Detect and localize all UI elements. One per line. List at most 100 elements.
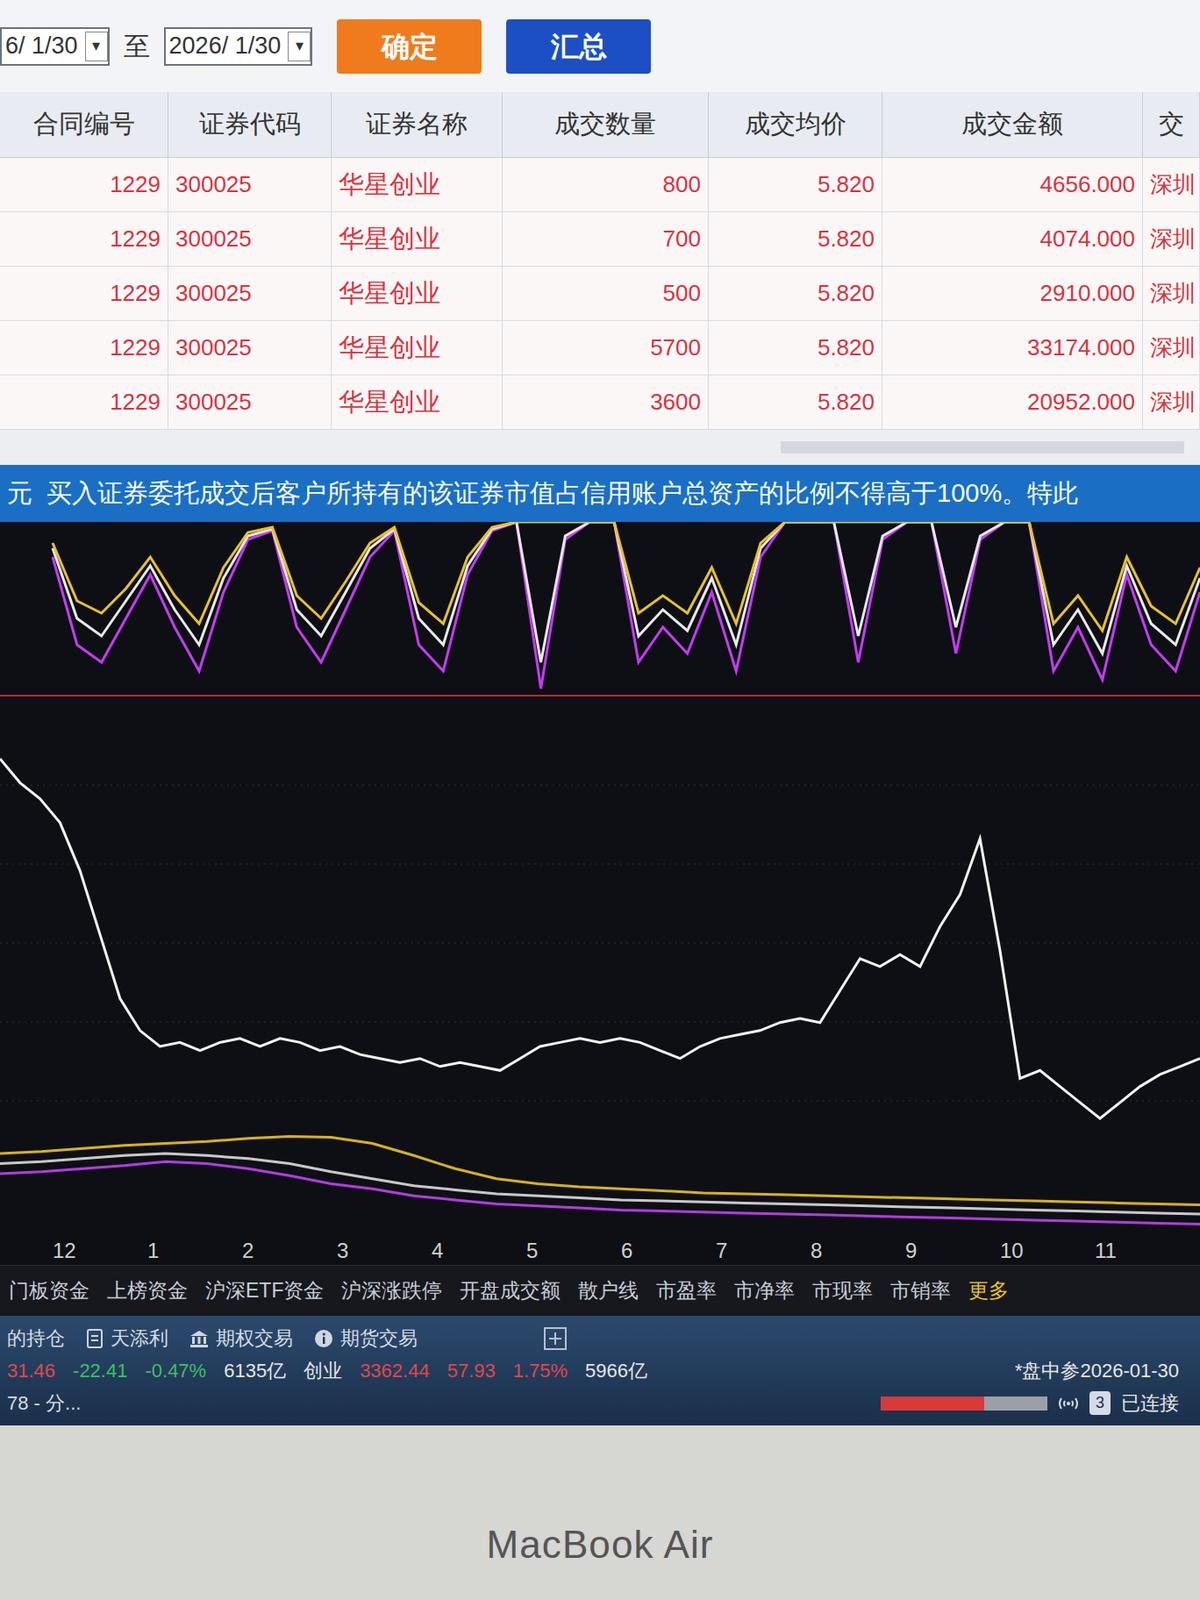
status-link[interactable]: 期权交易 <box>189 1323 293 1353</box>
toolbar-button[interactable]: 汇总 <box>506 19 651 74</box>
table-cell: 1229 <box>0 157 169 212</box>
date-to-field[interactable]: 2026/ 1/30▾ <box>164 27 314 66</box>
index-quote: 57.93 <box>447 1356 496 1386</box>
table-cell: 1229 <box>0 266 169 321</box>
table-row[interactable]: 1229300025华星创业7005.8204074.000深圳 <box>0 212 1200 267</box>
dropdown-button[interactable]: ▾ <box>85 31 108 62</box>
app: 6/ 1/30▾至2026/ 1/30▾确定汇总合同编号证券代码证券名称成交数量… <box>0 0 1200 1600</box>
indicator-tab[interactable]: 开盘成交额 <box>450 1275 570 1307</box>
bank-icon <box>189 1328 209 1349</box>
document-icon <box>85 1328 104 1349</box>
x-label: 12 <box>52 1240 148 1262</box>
grid-line <box>0 785 1200 786</box>
indicator-tab[interactable]: 散户线 <box>569 1275 648 1307</box>
table-cell: 4656.000 <box>882 157 1143 212</box>
indicator-tab[interactable]: 上榜资金 <box>98 1275 197 1307</box>
column-header[interactable]: 成交金额 <box>882 92 1143 158</box>
indicator-tab[interactable]: 沪深涨跌停 <box>332 1275 451 1307</box>
market-meter <box>880 1396 1048 1411</box>
table-cell: 5.820 <box>708 375 883 429</box>
grid-line <box>0 1100 1200 1102</box>
indicator-line <box>52 521 1200 663</box>
table-cell: 深圳 <box>1142 157 1200 212</box>
indicator-tab[interactable]: 市现率 <box>803 1275 882 1307</box>
add-icon[interactable] <box>543 1327 567 1350</box>
price-chart <box>0 521 1200 1237</box>
x-label: 10 <box>1000 1240 1095 1262</box>
indicator-tab[interactable]: 市净率 <box>725 1275 804 1307</box>
x-label: 6 <box>621 1240 716 1262</box>
column-header[interactable]: 成交均价 <box>708 92 883 158</box>
indicator-line <box>52 521 1200 631</box>
device-label: MacBook Air <box>485 1515 714 1574</box>
indicator-tab[interactable]: 沪深ETF资金 <box>196 1275 333 1307</box>
table-cell: 5.820 <box>708 266 883 321</box>
date-from-field[interactable]: 6/ 1/30▾ <box>0 27 110 66</box>
indicator-line <box>52 521 1200 689</box>
table-cell: 300025 <box>168 157 332 212</box>
connection-status: 已连接 <box>1121 1388 1179 1418</box>
table-cell: 300025 <box>168 321 332 375</box>
x-label: 1 <box>147 1240 243 1262</box>
table-cell: 深圳 <box>1142 321 1200 375</box>
table-cell: 300025 <box>168 266 332 321</box>
table-row[interactable]: 1229300025华星创业8005.8204656.000深圳 <box>0 157 1200 213</box>
index-quote: 6135亿 <box>223 1356 286 1386</box>
index-quote: 31.46 <box>7 1356 56 1386</box>
grid-line <box>0 1021 1200 1023</box>
session-label: *盘中参2026-01-30 <box>1014 1356 1193 1386</box>
x-axis: 121234567891011 <box>0 1236 1200 1265</box>
laptop-bezel: MacBook Air <box>0 1425 1200 1600</box>
index-quote: -0.47% <box>144 1356 207 1386</box>
x-label: 9 <box>905 1240 1000 1262</box>
connection-count: 3 <box>1089 1391 1111 1415</box>
table-cell: 1229 <box>0 375 169 429</box>
table-cell: 300025 <box>168 375 332 429</box>
table-row[interactable]: 1229300025华星创业36005.82020952.000深圳 <box>0 375 1200 430</box>
table-cell: 700 <box>502 212 709 266</box>
toolbar: 6/ 1/30▾至2026/ 1/30▾确定汇总 <box>0 0 1200 93</box>
trade-table: 合同编号证券代码证券名称成交数量成交均价成交金额交1229300025华星创业8… <box>0 92 1200 465</box>
footer-text: 78 - 分... <box>7 1388 81 1418</box>
indicator-tab[interactable]: 更多 <box>959 1275 1018 1307</box>
x-label: 8 <box>810 1240 906 1262</box>
x-label: 7 <box>715 1240 811 1262</box>
table-row[interactable]: 1229300025华星创业57005.82033174.000深圳 <box>0 321 1200 376</box>
x-label: 3 <box>336 1240 432 1262</box>
main-line <box>0 758 1200 1119</box>
table-scrollbar[interactable] <box>0 429 1200 465</box>
index-quote: 3362.44 <box>359 1356 430 1386</box>
toolbar-button[interactable]: 确定 <box>336 19 482 74</box>
index-quote: -22.41 <box>72 1356 128 1386</box>
reference-line <box>0 694 1200 697</box>
column-header[interactable]: 成交数量 <box>502 92 709 158</box>
x-label: 11 <box>1094 1240 1190 1262</box>
table-cell: 1229 <box>0 212 169 266</box>
x-label: 5 <box>526 1240 622 1262</box>
x-label: 4 <box>431 1240 527 1262</box>
column-header[interactable]: 证券代码 <box>168 92 332 158</box>
chart-panel: 121234567891011 <box>0 521 1200 1265</box>
indicator-tab[interactable]: 市盈率 <box>647 1275 726 1307</box>
status-link[interactable]: 天添利 <box>85 1323 169 1353</box>
index-quote: 1.75% <box>513 1356 568 1386</box>
indicator-tab[interactable]: 门板资金 <box>0 1275 99 1307</box>
indicator-tab[interactable]: 市销率 <box>881 1275 960 1307</box>
table-cell: 500 <box>502 266 709 321</box>
column-header[interactable]: 合同编号 <box>0 92 169 158</box>
table-cell: 华星创业 <box>331 375 503 429</box>
notice-banner: 元 买入证券委托成交后客户所持有的该证券市值占信用账户总资产的比例不得高于100… <box>0 464 1200 522</box>
table-header: 合同编号证券代码证券名称成交数量成交均价成交金额交 <box>0 92 1200 158</box>
table-cell: 1229 <box>0 321 169 375</box>
table-row[interactable]: 1229300025华星创业5005.8202910.000深圳 <box>0 266 1200 322</box>
signal-icon <box>1057 1394 1079 1413</box>
column-header[interactable]: 交 <box>1142 92 1200 158</box>
table-cell: 华星创业 <box>331 212 503 266</box>
status-link[interactable]: 的持仓 <box>7 1323 65 1353</box>
table-cell: 深圳 <box>1142 375 1200 429</box>
dropdown-button[interactable]: ▾ <box>287 31 311 62</box>
column-header[interactable]: 证券名称 <box>331 92 503 158</box>
status-link[interactable]: 期货交易 <box>314 1323 418 1353</box>
table-cell: 4074.000 <box>882 212 1143 266</box>
indicator-tabs: 门板资金上榜资金沪深ETF资金沪深涨跌停开盘成交额散户线市盈率市净率市现率市销率… <box>0 1264 1200 1316</box>
